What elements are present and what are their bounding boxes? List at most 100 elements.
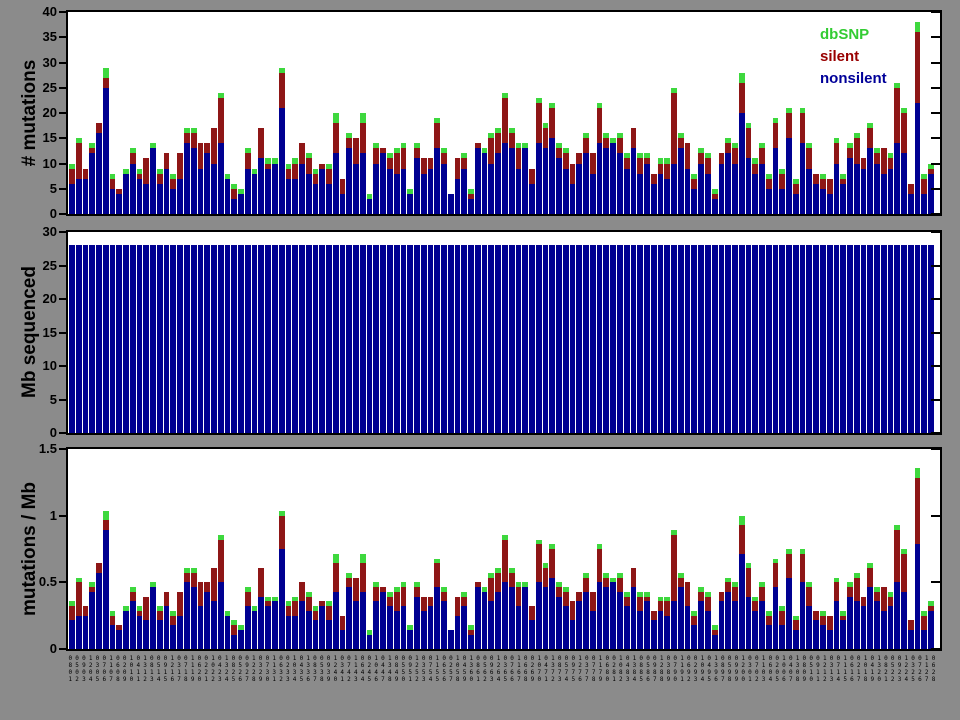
bar-stack [800,549,806,649]
bar-segment [333,554,339,564]
bar-stack [678,245,684,433]
y-tick-mark-left [59,112,66,114]
bar-segment [746,128,752,158]
bar-segment [732,587,738,601]
bar-segment [698,153,704,163]
x-tick-label: 0301 [747,655,753,717]
bar-stack [522,143,528,214]
bar-segment [516,148,522,168]
bar-segment [407,630,413,649]
bar-stack [570,164,576,214]
bar-segment [218,245,224,433]
bar-segment [157,620,163,649]
panel-num-mutations: dbSNP silent nonsilent [66,10,942,216]
bar-segment [874,245,880,433]
bar-segment [529,245,535,433]
bar-segment [624,606,630,649]
bar-segment [861,245,867,433]
bar-segment [549,138,555,214]
bar-segment [746,158,752,214]
y-tick-label: 0 [11,207,57,221]
bar-stack [69,164,75,214]
bar-segment [373,164,379,215]
bar-segment [603,138,609,148]
bar-segment [204,245,210,433]
bar-segment [888,169,894,214]
bar-segment [292,164,298,179]
bar-stack [475,143,481,214]
bar-stack [83,606,89,649]
bar-segment [177,592,183,616]
bar-stack [705,153,711,214]
bar-segment [529,184,535,214]
bar-stack [752,245,758,433]
bar-segment [624,597,630,607]
bar-segment [164,245,170,433]
x-tick-label: 0257 [448,655,454,717]
y-tick-mark-right [931,137,940,139]
bar-segment [110,616,116,626]
y-tick-mark-left [59,399,66,401]
bar-segment [739,525,745,554]
bar-stack [773,118,779,214]
bar-stack [238,245,244,433]
bar-segment [671,601,677,649]
x-tick-label: 1396 [713,655,719,717]
bar-stack [597,245,603,433]
bar-stack [603,133,609,214]
bar-stack [583,245,589,433]
bar-stack [854,133,860,214]
bar-stack [752,597,758,649]
y-tick-mark-right [931,581,940,583]
bar-stack [346,245,352,433]
bar-segment [170,179,176,189]
bar-segment [894,582,900,649]
x-tick-label: 1228 [251,655,257,717]
bar-segment [610,245,616,433]
bar-segment [279,245,285,433]
bar-stack [143,597,149,649]
bar-stack [712,625,718,649]
bar-segment [840,245,846,433]
bar-stack [529,245,535,433]
bar-stack [103,245,109,433]
bar-stack [313,169,319,214]
bar-segment [529,620,535,649]
y-tick-mark-right [931,112,940,114]
bar-segment [143,158,149,183]
bar-stack [698,148,704,214]
bar-segment [238,245,244,433]
bar-stack [806,245,812,433]
bar-segment [779,189,785,214]
bar-stack [874,587,880,649]
bar-stack [258,245,264,433]
bar-segment [637,611,643,649]
bars-mutations-per-mb [68,449,940,649]
bar-segment [644,601,650,649]
bar-segment [888,158,894,168]
y-tick-mark-left [59,188,66,190]
bar-segment [854,164,860,215]
bar-segment [184,133,190,143]
bar-segment [231,245,237,433]
bar-stack [373,245,379,433]
bar-segment [705,597,711,611]
bar-segment [441,245,447,433]
x-tick-label: 0628 [930,655,936,717]
bar-segment [225,616,231,649]
bar-stack [83,169,89,214]
bar-segment [888,245,894,433]
bar-segment [373,245,379,433]
bar-segment [752,245,758,433]
bar-segment [793,630,799,649]
bar-segment [434,245,440,433]
bar-stack [488,133,494,214]
bar-stack [468,189,474,214]
bar-segment [563,169,569,214]
x-tick-label: 0726 [917,655,923,717]
bar-segment [725,153,731,214]
bar-stack [549,103,555,214]
bar-stack [461,245,467,433]
bar-segment [583,153,589,214]
bar-stack [583,133,589,214]
